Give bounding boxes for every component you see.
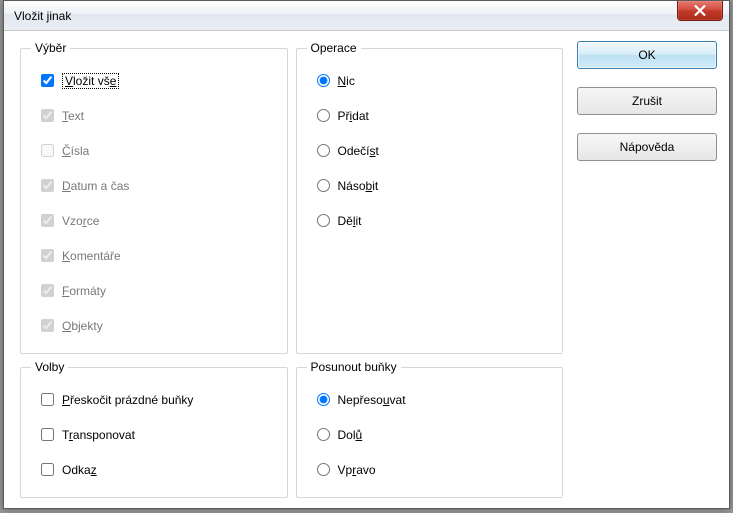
radio-row-none: Nic bbox=[307, 63, 553, 98]
radio-row-multiply: Násobit bbox=[307, 168, 553, 203]
checkbox-text bbox=[41, 109, 54, 122]
close-icon bbox=[694, 5, 706, 16]
checkbox-formulas bbox=[41, 214, 54, 227]
checkbox-formats bbox=[41, 284, 54, 297]
radio-row-add: Přidat bbox=[307, 98, 553, 133]
radio-subtract[interactable] bbox=[317, 144, 330, 157]
checkbox-row-text: Text bbox=[31, 98, 277, 133]
checkbox-comments bbox=[41, 249, 54, 262]
window-title: Vložit jinak bbox=[14, 9, 71, 23]
radio-none[interactable] bbox=[317, 74, 330, 87]
label-paste-all: Vložit vše bbox=[62, 73, 119, 89]
checkbox-skip-empty[interactable] bbox=[41, 393, 54, 406]
radio-row-dont-move: Nepřesouvat bbox=[307, 382, 553, 417]
checkbox-row-objects: Objekty bbox=[31, 308, 277, 343]
label-none: Nic bbox=[338, 74, 355, 88]
dialog-content: Výběr Vložit vše Text Čísla bbox=[4, 31, 729, 508]
radio-row-subtract: Odečíst bbox=[307, 133, 553, 168]
checkbox-row-formats: Formáty bbox=[31, 273, 277, 308]
radio-row-divide: Dělit bbox=[307, 203, 553, 238]
group-options: Volby Přeskočit prázdné buňky Transponov… bbox=[20, 360, 288, 498]
label-formats: Formáty bbox=[62, 284, 106, 298]
label-datetime: Datum a čas bbox=[62, 179, 129, 193]
checkbox-numbers bbox=[41, 144, 54, 157]
group-shift: Posunout buňky Nepřesouvat Dolů Vpravo bbox=[296, 360, 564, 498]
ok-button[interactable]: OK bbox=[577, 41, 717, 69]
radio-down[interactable] bbox=[317, 428, 330, 441]
label-text: Text bbox=[62, 109, 84, 123]
radio-dont-move[interactable] bbox=[317, 393, 330, 406]
radio-row-right: Vpravo bbox=[307, 452, 553, 487]
label-numbers: Čísla bbox=[62, 144, 89, 158]
label-divide: Dělit bbox=[338, 214, 362, 228]
radio-multiply[interactable] bbox=[317, 179, 330, 192]
label-add: Přidat bbox=[338, 109, 369, 123]
group-shift-legend: Posunout buňky bbox=[307, 360, 401, 374]
paste-special-dialog: Vložit jinak Výběr Vložit vše bbox=[3, 0, 730, 509]
label-multiply: Násobit bbox=[338, 179, 379, 193]
checkbox-row-link: Odkaz bbox=[31, 452, 277, 487]
radio-divide[interactable] bbox=[317, 214, 330, 227]
button-column: OK Zrušit Nápověda bbox=[567, 41, 717, 496]
group-operations: Operace Nic Přidat Odečíst bbox=[296, 41, 564, 354]
label-down: Dolů bbox=[338, 428, 363, 442]
checkbox-objects bbox=[41, 319, 54, 332]
checkbox-link[interactable] bbox=[41, 463, 54, 476]
group-selection-legend: Výběr bbox=[31, 41, 70, 55]
close-button[interactable] bbox=[677, 1, 723, 21]
checkbox-row-datetime: Datum a čas bbox=[31, 168, 277, 203]
label-transpose: Transponovat bbox=[62, 428, 135, 442]
checkbox-row-formulas: Vzorce bbox=[31, 203, 277, 238]
checkbox-row-skip-empty: Přeskočit prázdné buňky bbox=[31, 382, 277, 417]
label-dont-move: Nepřesouvat bbox=[338, 393, 406, 407]
titlebar: Vložit jinak bbox=[4, 1, 729, 31]
checkbox-row-transpose: Transponovat bbox=[31, 417, 277, 452]
radio-right[interactable] bbox=[317, 463, 330, 476]
label-link: Odkaz bbox=[62, 463, 97, 477]
label-formulas: Vzorce bbox=[62, 214, 99, 228]
cancel-button[interactable]: Zrušit bbox=[577, 87, 717, 115]
checkbox-datetime bbox=[41, 179, 54, 192]
radio-add[interactable] bbox=[317, 109, 330, 122]
group-operations-legend: Operace bbox=[307, 41, 361, 55]
checkbox-row-comments: Komentáře bbox=[31, 238, 277, 273]
label-skip-empty: Přeskočit prázdné buňky bbox=[62, 393, 193, 407]
checkbox-transpose[interactable] bbox=[41, 428, 54, 441]
checkbox-row-paste-all: Vložit vše bbox=[31, 63, 277, 98]
help-button[interactable]: Nápověda bbox=[577, 133, 717, 161]
label-comments: Komentáře bbox=[62, 249, 121, 263]
group-options-legend: Volby bbox=[31, 360, 68, 374]
radio-row-down: Dolů bbox=[307, 417, 553, 452]
checkbox-row-numbers: Čísla bbox=[31, 133, 277, 168]
label-objects: Objekty bbox=[62, 319, 103, 333]
group-selection: Výběr Vložit vše Text Čísla bbox=[20, 41, 288, 354]
checkbox-paste-all[interactable] bbox=[41, 74, 54, 87]
label-subtract: Odečíst bbox=[338, 144, 379, 158]
label-right: Vpravo bbox=[338, 463, 376, 477]
